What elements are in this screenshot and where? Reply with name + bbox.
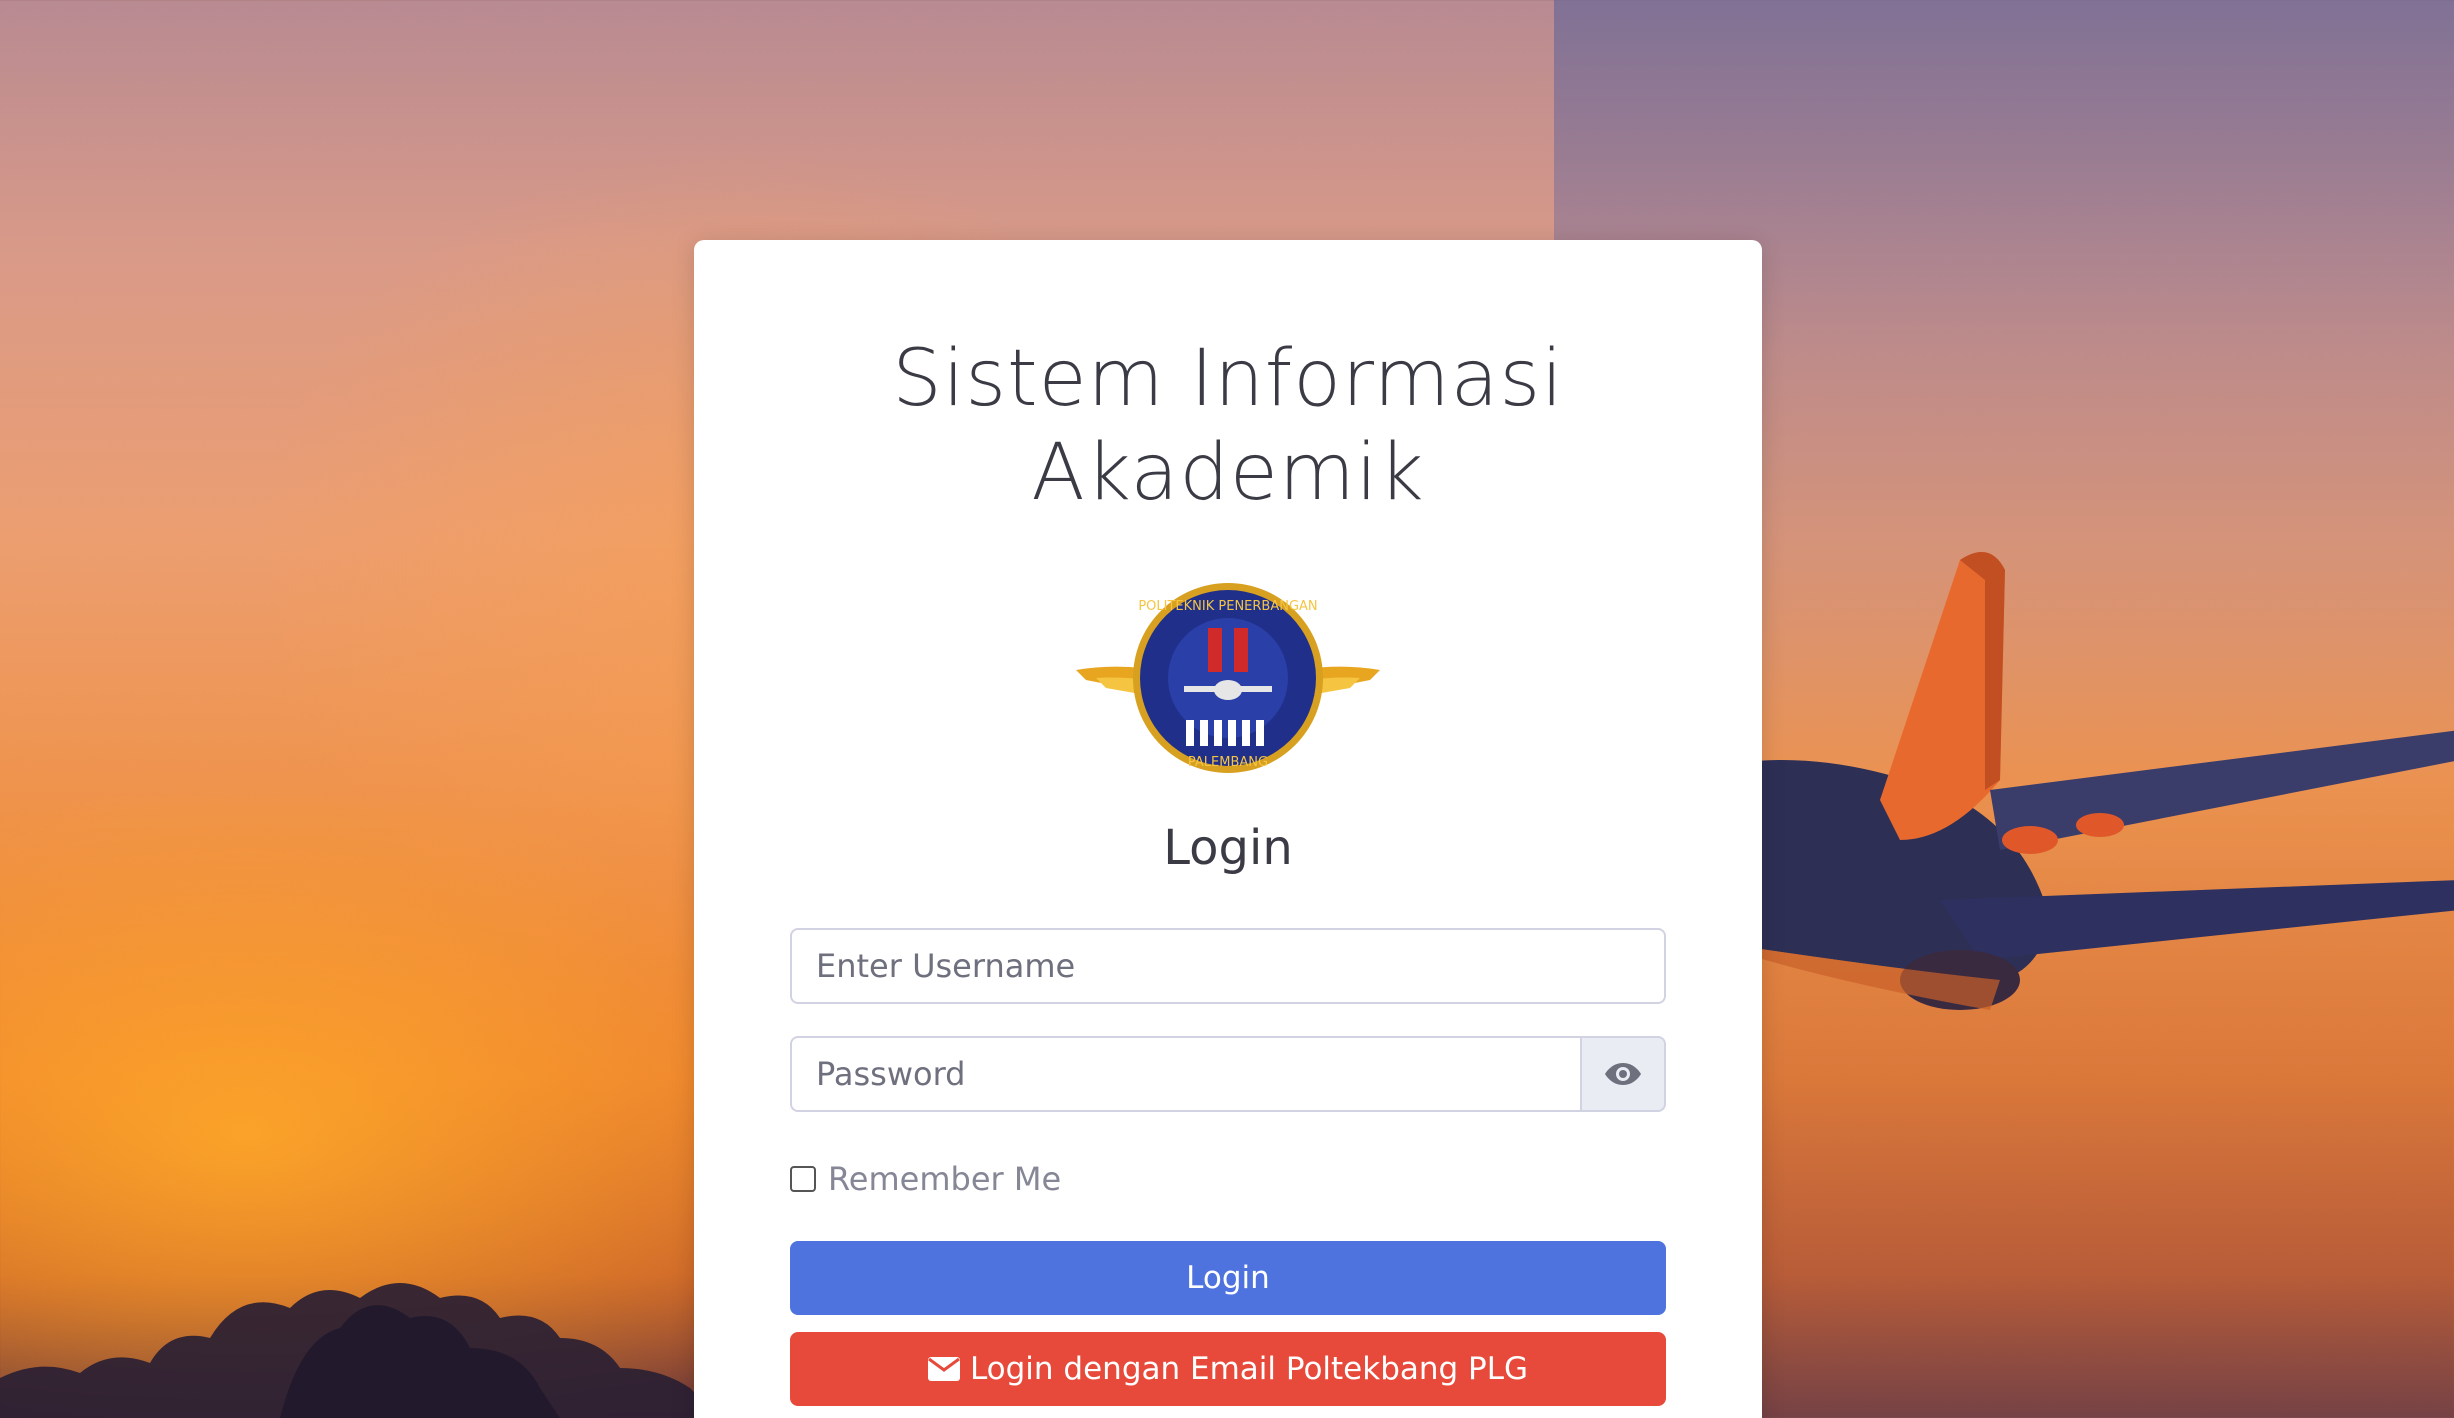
background-airplane	[1700, 552, 2454, 1010]
login-button-label: Login	[1186, 1260, 1270, 1296]
remember-me-label: Remember Me	[828, 1160, 1062, 1198]
login-heading: Login	[1163, 820, 1293, 876]
page-title-line2: Akademik	[1031, 428, 1425, 518]
toggle-password-button[interactable]	[1580, 1036, 1666, 1112]
background-clouds	[0, 1283, 720, 1418]
email-login-button[interactable]: Login dengan Email Poltekbang PLG	[790, 1332, 1666, 1406]
password-group	[790, 1036, 1666, 1112]
logo-text-bottom: PALEMBANG	[1188, 755, 1268, 770]
login-button[interactable]: Login	[790, 1241, 1666, 1315]
logo-text-top: POLITEKNIK PENERBANGAN	[1138, 599, 1317, 614]
institution-logo: POLITEKNIK PENERBANGAN PALEMBANG	[1076, 583, 1380, 773]
page-title-line1: Sistem Informasi	[892, 334, 1564, 424]
remember-me[interactable]: Remember Me	[790, 1160, 1061, 1198]
login-card: Sistem Informasi Akademik POLITEKNIK PEN…	[694, 240, 1762, 1418]
remember-me-checkbox[interactable]	[790, 1166, 816, 1192]
envelope-icon	[927, 1357, 960, 1381]
eye-icon	[1605, 1063, 1641, 1085]
password-input[interactable]	[790, 1036, 1582, 1112]
page-title: Sistem Informasi Akademik	[694, 332, 1762, 520]
username-input[interactable]	[790, 928, 1666, 1004]
email-login-button-label: Login dengan Email Poltekbang PLG	[969, 1351, 1529, 1387]
